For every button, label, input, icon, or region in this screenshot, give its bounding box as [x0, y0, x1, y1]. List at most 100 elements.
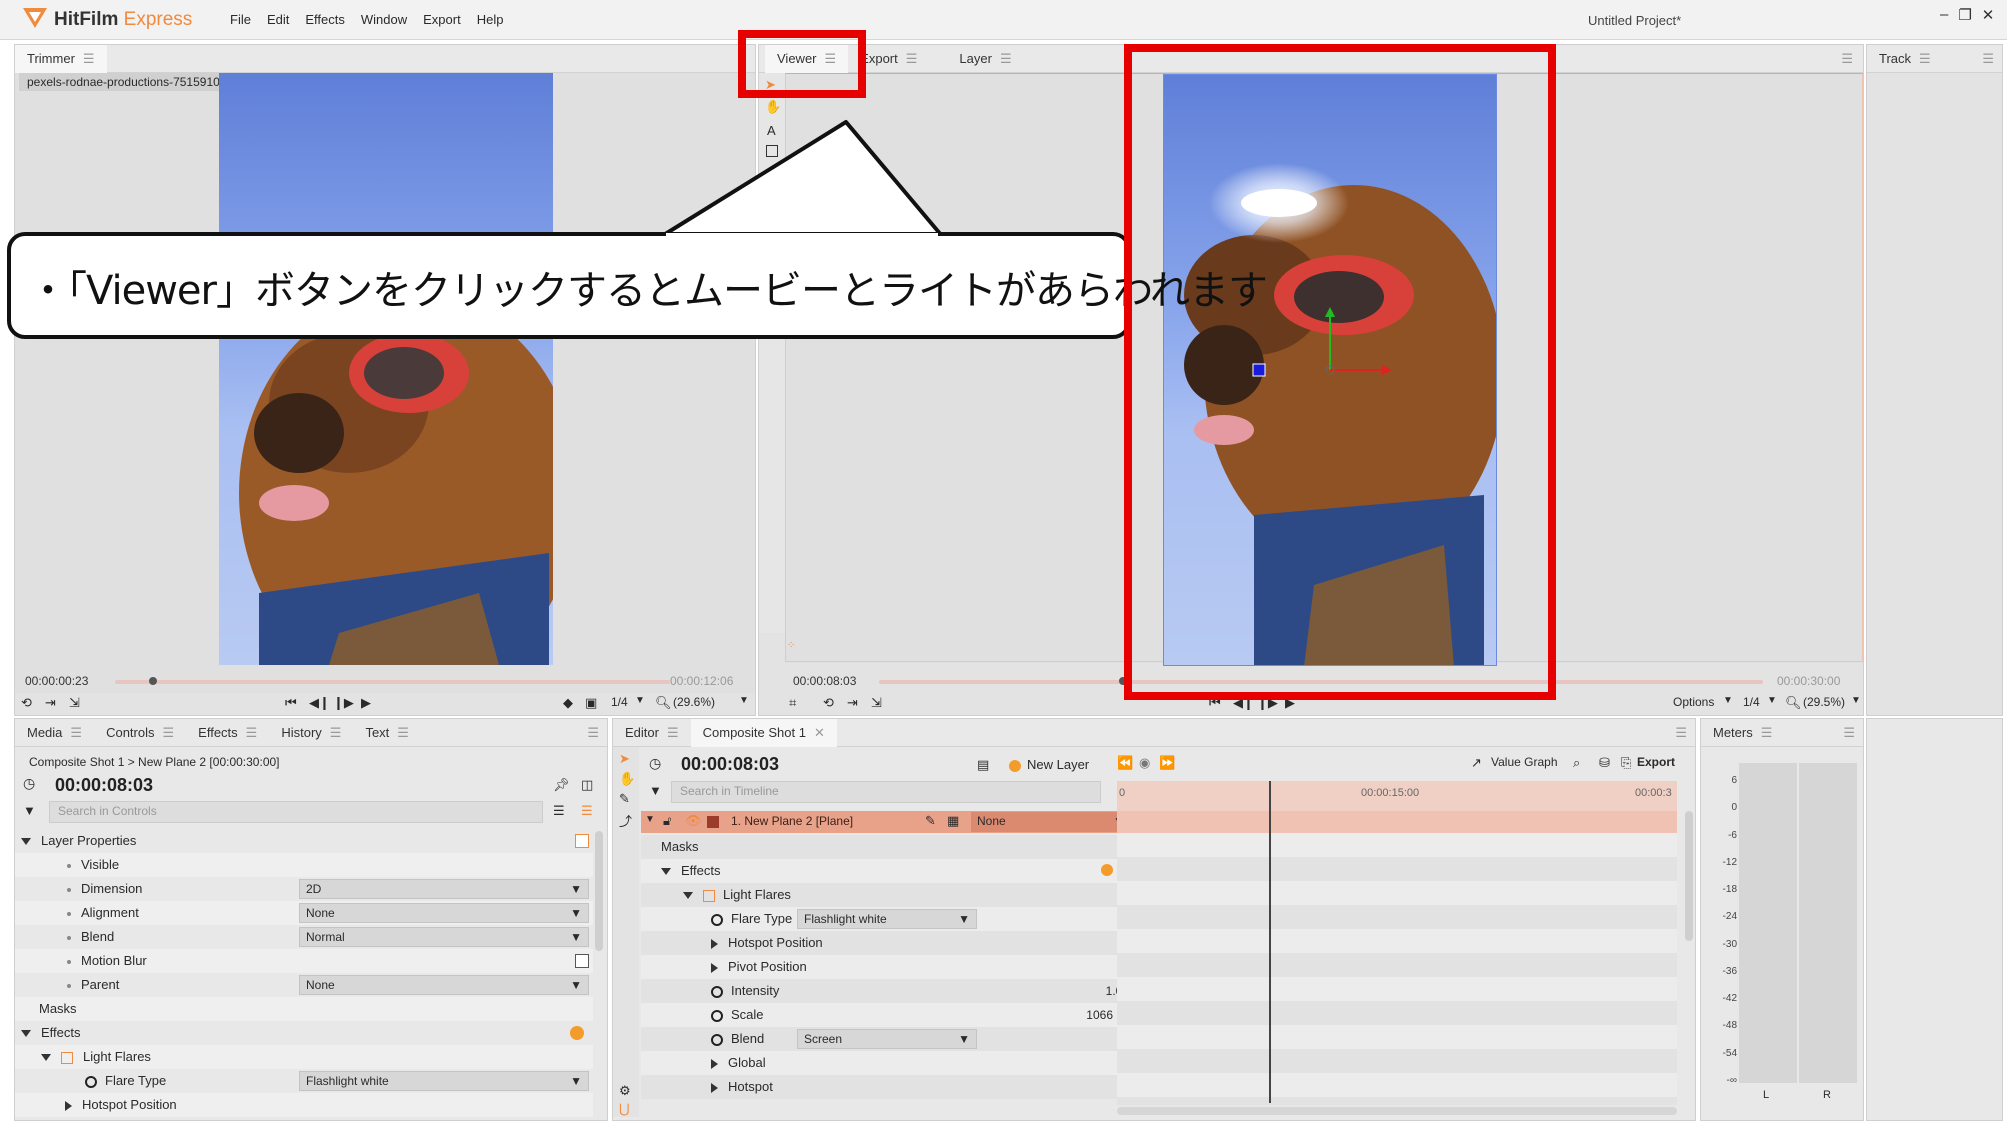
panel-menu-icon[interactable]: ☰ [1843, 725, 1855, 741]
loop-icon[interactable]: ⟲ [21, 695, 32, 711]
value-graph-icon[interactable]: ↗ [1471, 755, 1482, 771]
safe-area-icon[interactable]: ⌗ [789, 695, 796, 711]
step-back-icon[interactable]: ◀❙ [309, 695, 330, 711]
render-preview-icon[interactable]: ▤ [977, 757, 989, 773]
trimmer-zoom-fraction[interactable]: 1/4 [611, 695, 628, 709]
editor-row-hotspot[interactable]: Hotspot [641, 1075, 1133, 1099]
editor-row-hotspot-position[interactable]: Hotspot Position [641, 931, 1133, 955]
panel-menu-icon[interactable]: ☰ [587, 725, 599, 741]
masks-row[interactable]: Masks [15, 997, 593, 1021]
panel-menu-icon[interactable]: ☰ [1675, 725, 1687, 741]
new-layer-button[interactable]: New Layer [1009, 757, 1089, 772]
keyframe-icon[interactable] [85, 1075, 97, 1088]
insert-icon[interactable]: ⇥ [45, 695, 56, 711]
light-flares-checkbox[interactable] [61, 1051, 73, 1064]
checker-icon[interactable]: ▦ [947, 813, 959, 829]
export-icon[interactable]: ⎘ [1621, 755, 1631, 771]
controls-search-input[interactable]: Search in Controls [49, 801, 543, 823]
motion-blur-checkbox[interactable] [575, 954, 589, 968]
collapse-layer-icon[interactable]: ▼ [645, 814, 655, 825]
visible-checkbox[interactable] [575, 834, 589, 848]
tab-text[interactable]: Text ☰ [353, 719, 421, 747]
curve-tool-icon[interactable]: ⤴ [619, 811, 632, 830]
overlay-icon[interactable]: ⇲ [69, 695, 80, 711]
prev-keyframe-icon[interactable]: ⏪ [1117, 755, 1133, 771]
tab-history[interactable]: History ☰ [269, 719, 353, 747]
magnet-icon[interactable]: ⋃ [619, 1101, 630, 1117]
editor-row-effects[interactable]: Effects [641, 859, 1133, 883]
blend-dropdown[interactable]: Normal ▼ [299, 927, 589, 947]
add-effect-icon[interactable] [1101, 864, 1113, 876]
expand-icon[interactable] [661, 868, 671, 876]
overlay-icon[interactable]: ⇲ [871, 695, 882, 711]
close-tab-icon[interactable]: ✕ [814, 725, 825, 740]
effects-header[interactable]: Effects [15, 1021, 593, 1045]
keyframe-icon[interactable] [711, 913, 723, 926]
editor-row-blend[interactable]: Blend Screen ▼ [641, 1027, 1133, 1051]
export-button[interactable]: Export [1637, 755, 1675, 769]
timeline-hscroll[interactable] [1117, 1107, 1677, 1115]
tab-editor[interactable]: Editor ☰ [613, 719, 691, 747]
keyframe-icon[interactable] [711, 985, 723, 998]
tab-controls[interactable]: Controls ☰ [94, 719, 186, 747]
collapsed-icon[interactable] [711, 1058, 718, 1069]
parent-dropdown[interactable]: None ▼ [299, 975, 589, 995]
list-view-icon[interactable]: ☰ [553, 803, 565, 819]
add-effect-icon[interactable] [570, 1026, 584, 1040]
editor-row-masks[interactable]: Masks [641, 835, 1133, 859]
loop-icon[interactable]: ⟲ [823, 695, 834, 711]
options-dropdown[interactable]: Options [1673, 695, 1714, 709]
viewer-zoom-fraction[interactable]: 1/4 [1743, 695, 1760, 709]
pin-icon[interactable]: 📌︎ [553, 777, 570, 793]
layer-blend-dropdown[interactable]: None▼ [971, 812, 1131, 832]
insert-icon[interactable]: ⇥ [847, 695, 858, 711]
controls-scrollbar[interactable] [595, 831, 603, 951]
chevron-down-icon[interactable]: ▼ [1851, 695, 1861, 706]
zoom-icon[interactable]: 🔍︎ [1785, 695, 1802, 711]
value-graph-button[interactable]: Value Graph [1491, 755, 1558, 769]
slice-tool-icon[interactable]: ✎ [619, 791, 630, 807]
keyframe-icon[interactable] [711, 1033, 723, 1046]
step-forward-icon[interactable]: ❙▶ [333, 695, 354, 711]
timeline-ruler[interactable]: 0 00:00:15:00 00:00:3 [1117, 781, 1677, 811]
dimension-dropdown[interactable]: 2D ▼ [299, 879, 589, 899]
snapshot-icon[interactable]: ▣ [585, 695, 597, 711]
light-flares-checkbox[interactable] [703, 889, 715, 902]
database-icon[interactable]: ⛁ [1599, 755, 1610, 771]
collapsed-icon[interactable] [711, 938, 718, 949]
visibility-eye-icon[interactable]: 👁︎ [685, 813, 702, 829]
filter-icon[interactable]: ▼ [649, 783, 662, 798]
layer-properties-header[interactable]: Layer Properties [15, 829, 593, 853]
editor-row-light-flares[interactable]: Light Flares [641, 883, 1133, 907]
settings-gear-icon[interactable]: ⚙ [619, 1083, 631, 1099]
hand-tool-icon[interactable]: ✋ [619, 771, 635, 787]
skip-start-icon[interactable]: ⏮ [285, 695, 297, 711]
color-icon[interactable]: ◆ [563, 695, 573, 711]
flare-type-dropdown[interactable]: Flashlight white ▼ [299, 1071, 589, 1091]
play-icon[interactable]: ▶ [361, 695, 371, 711]
tab-media[interactable]: Media ☰ [15, 719, 94, 747]
next-keyframe-icon[interactable]: ⏩ [1159, 755, 1175, 771]
lock-icon[interactable]: 🔓︎ [663, 813, 671, 829]
editor-row-pivot-position[interactable]: Pivot Position [641, 955, 1133, 979]
editor-prop-dropdown[interactable]: Screen ▼ [797, 1029, 977, 1049]
editor-row-scale[interactable]: Scale 1066 px [641, 1003, 1133, 1027]
collapsed-icon[interactable] [711, 962, 718, 973]
chevron-down-icon[interactable]: ▼ [739, 695, 749, 706]
layer-row[interactable]: ▼ 🔓︎ 👁︎ 1. New Plane 2 [Plane] ✎ ▦ None▼ [641, 811, 1133, 833]
chevron-down-icon[interactable]: ▼ [1723, 695, 1733, 706]
trimmer-scrubber[interactable] [115, 680, 670, 684]
editor-row-intensity[interactable]: Intensity1.00 [641, 979, 1133, 1003]
detail-view-icon[interactable]: ☰ [581, 803, 593, 819]
tab-composite-shot[interactable]: Composite Shot 1 ✕ [690, 718, 837, 747]
editor-row-flare-type[interactable]: Flare Type Flashlight white ▼ [641, 907, 1133, 931]
expand-icon[interactable] [683, 892, 693, 900]
timeline-layer-bar[interactable] [1117, 811, 1677, 833]
filter-icon[interactable]: ▼ [23, 803, 36, 818]
editor-search-input[interactable]: Search in Timeline [671, 781, 1101, 803]
light-flares-row[interactable]: Light Flares [15, 1045, 593, 1069]
keyframe-icon[interactable] [711, 1009, 723, 1022]
edit-pencil-icon[interactable]: ✎ [925, 813, 936, 829]
alignment-dropdown[interactable]: None ▼ [299, 903, 589, 923]
collapsed-icon[interactable] [711, 1082, 718, 1093]
